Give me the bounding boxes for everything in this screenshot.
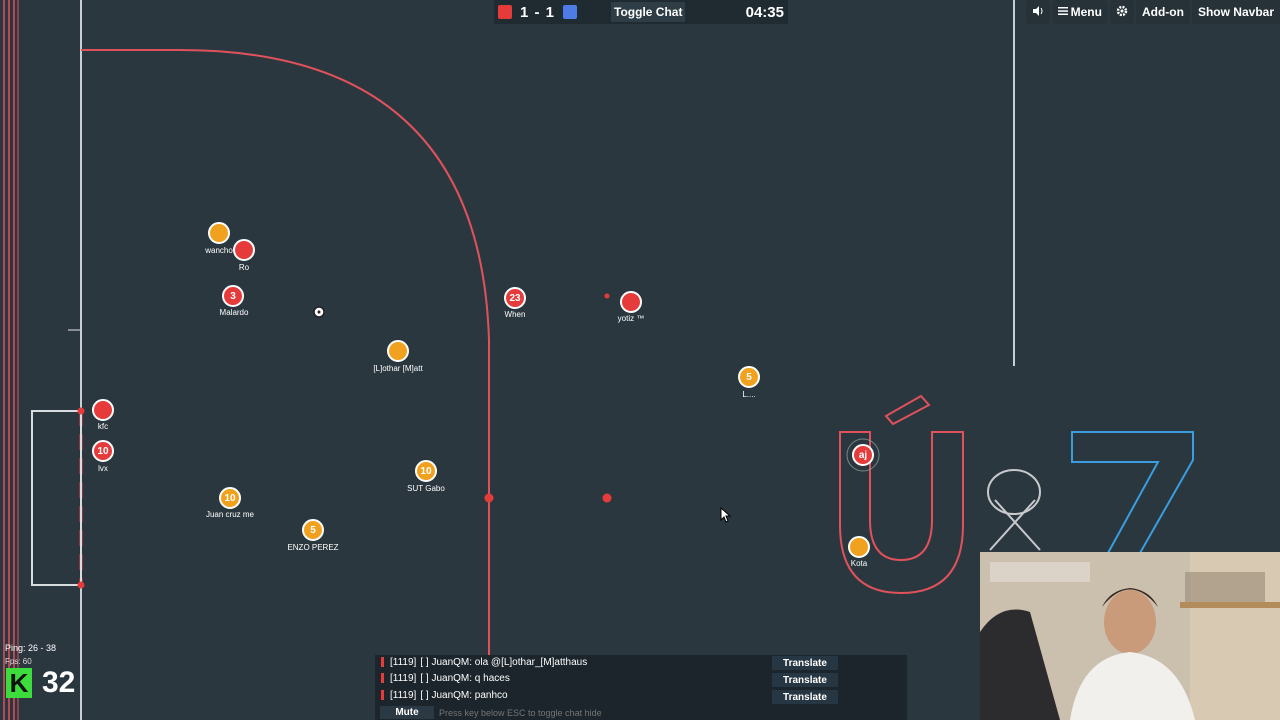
player-disc: aj [852,444,874,466]
logo-number: 32 [42,666,76,699]
player-disc: 5 [302,519,324,541]
player-name: When [504,310,526,319]
player-disc [208,222,230,244]
chat-message: [1119] [ ] JuanQM: ola @[L]othar_[M]atth… [381,655,587,669]
player-number: 5 [310,524,316,536]
player-disc: 23 [504,287,526,309]
player-disc: 10 [219,487,241,509]
hamburger-icon [1057,5,1068,19]
mouse-cursor-icon [720,507,732,523]
player-number: 10 [420,465,432,477]
player-disc [92,399,114,421]
player-name: yotiz ™ [617,314,645,323]
match-timer: 04:35 [745,3,784,21]
player-number: 23 [509,292,521,304]
player-name: Juan cruz me [205,510,255,519]
sound-button[interactable] [1025,0,1050,24]
gear-icon [1116,5,1128,20]
menu-button[interactable]: Menu [1051,0,1108,24]
player-number: aj [858,449,868,461]
player-name: ENZO PEREZ [287,543,339,552]
translate-button[interactable]: Translate [772,690,838,704]
addon-button[interactable]: Add-on [1135,0,1190,24]
show-navbar-button[interactable]: Show Navbar [1191,0,1280,24]
translate-button[interactable]: Translate [772,673,838,687]
player-disc [233,239,255,261]
top-navbar: Menu Add-on Show Navbar [1025,0,1280,24]
translate-button[interactable]: Translate [772,656,838,670]
penalty-arc [81,49,490,720]
blue-team-indicator [563,5,578,19]
player-disc: 10 [415,460,437,482]
player-number: 10 [224,492,236,504]
webcam-overlay [980,552,1280,720]
player-number: 10 [97,445,109,457]
ampersand-logo [987,469,1041,551]
player-disc: 10 [92,440,114,462]
player-disc [848,536,870,558]
scoreboard: 1 - 1 Toggle Chat 04:35 [494,0,788,24]
player-number: 3 [230,290,236,302]
left-boundary-lines [3,0,19,720]
player-name: Ro [238,263,250,272]
chat-message: [1119] [ ] JuanQM: q haces [381,671,510,685]
player-name: L.... [742,390,756,399]
chat-panel: [1119] [ ] JuanQM: ola @[L]othar_[M]atth… [375,655,907,720]
player-name: Kota [850,559,868,568]
player-disc: 3 [222,285,244,307]
chat-message: [1119] [ ] JuanQM: panhco [381,688,508,702]
k-logo: K [6,668,32,698]
seven-logo [1071,431,1194,554]
player-name: Malardo [219,308,249,317]
player-name: [L]othar [M]att [373,364,423,373]
player-name: lvx [98,464,108,473]
menu-label: Menu [1070,5,1102,19]
speaker-icon [1032,5,1044,20]
goal-box [31,410,82,586]
player-disc [387,340,409,362]
chat-input[interactable] [437,706,901,719]
settings-button[interactable] [1109,0,1134,24]
player-disc: 5 [738,366,760,388]
player-name: SUT Gabo [407,484,445,493]
red-team-indicator [498,5,512,19]
ping-readout: Ping: 26 - 38 [5,643,57,653]
score: 1 - 1 [520,3,556,21]
fps-readout: Fps: 60 [5,657,32,666]
mute-button[interactable]: Mute [380,706,434,719]
player-name: wancho [205,246,233,255]
toggle-chat-button[interactable]: Toggle Chat [611,2,686,22]
player-number: 5 [746,371,752,383]
player-disc [620,291,642,313]
player-name: kfc [97,422,109,431]
